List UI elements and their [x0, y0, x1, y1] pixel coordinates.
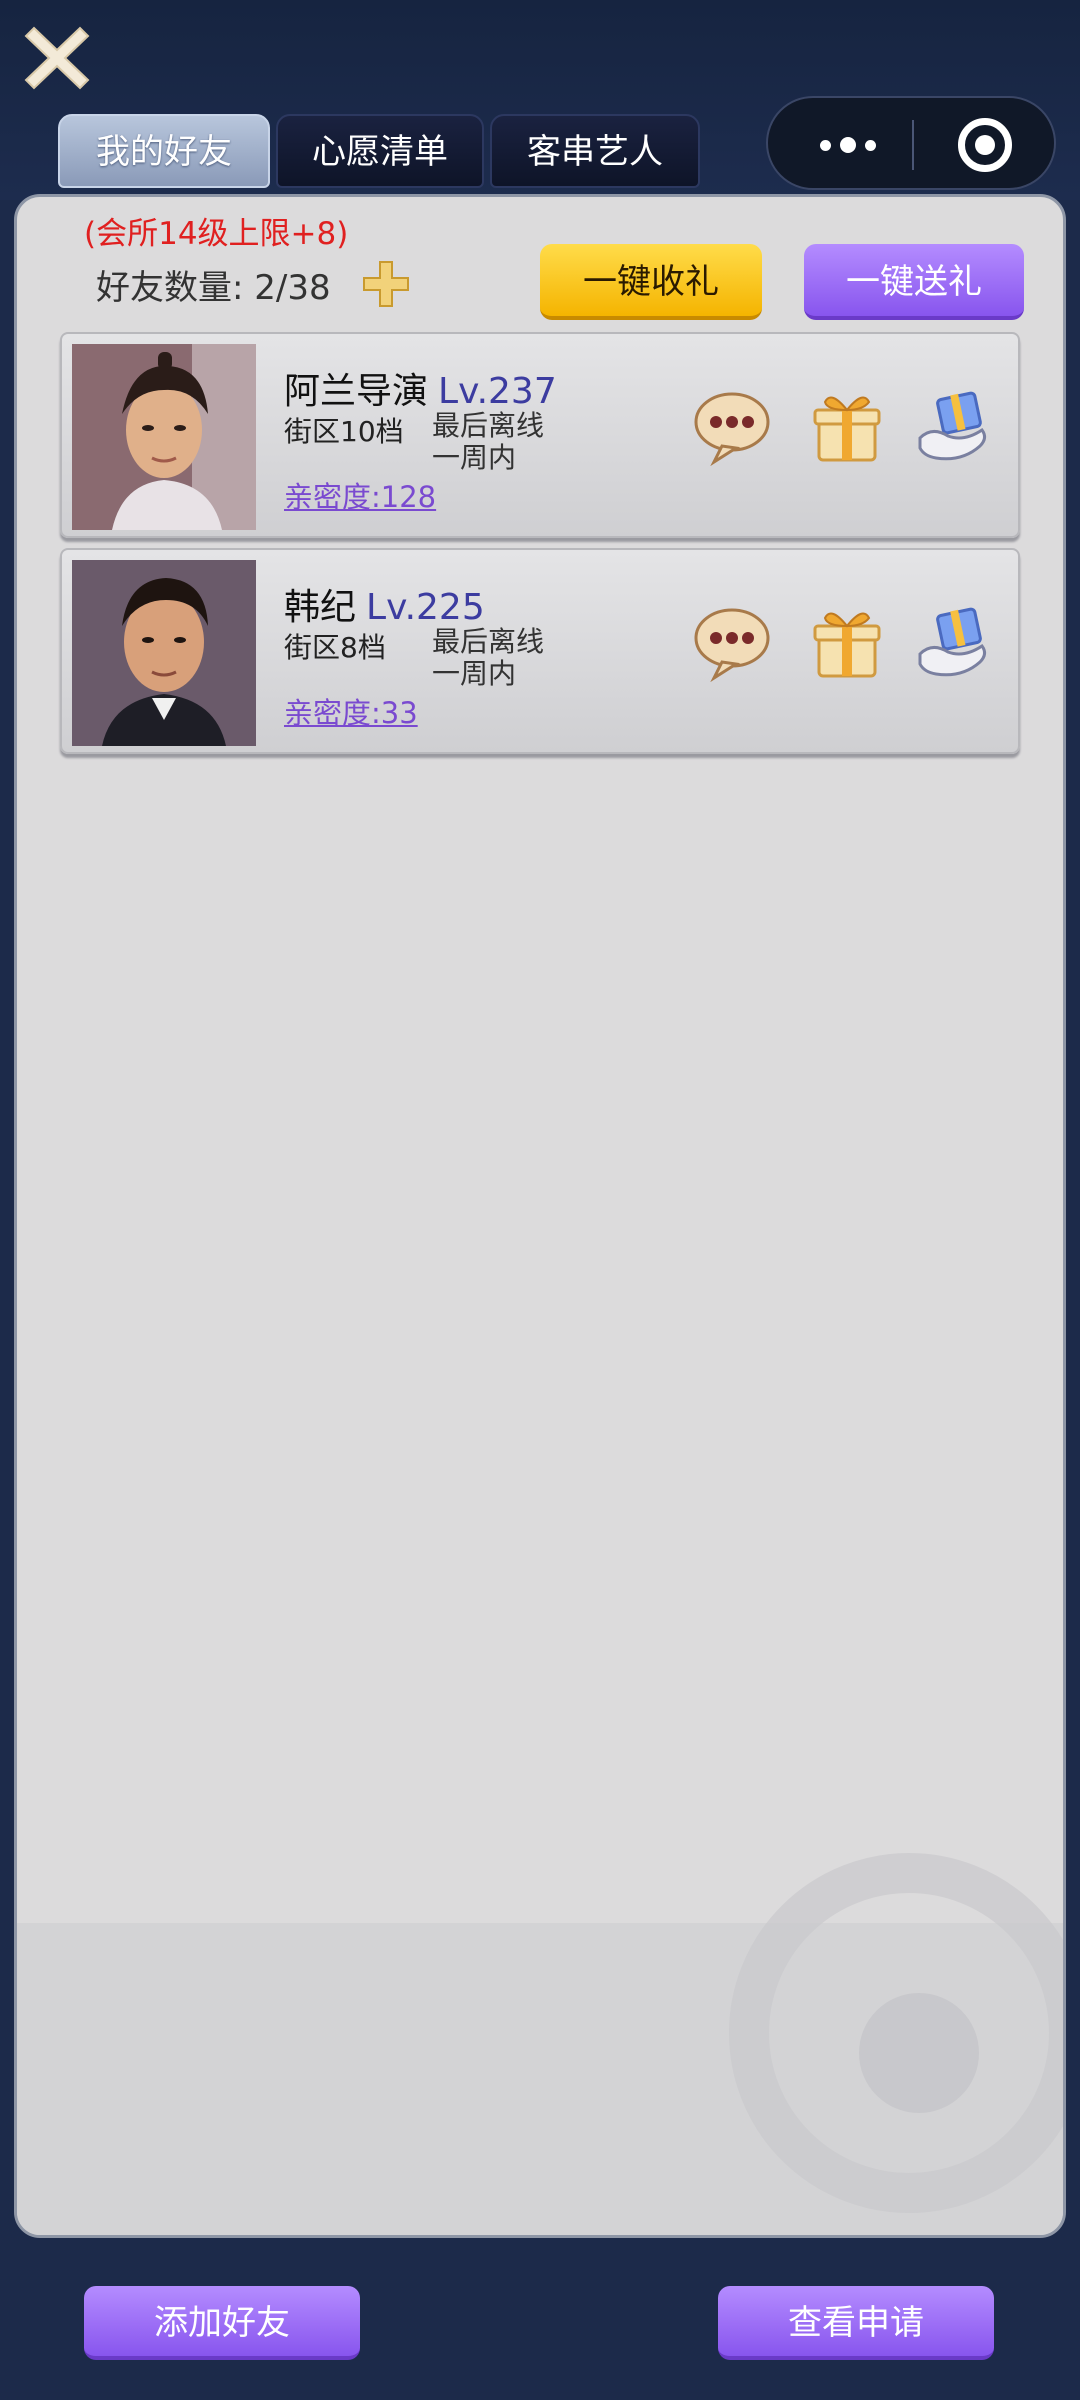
friend-name-text: 韩纪 — [284, 587, 357, 628]
chat-bubble-icon — [694, 392, 770, 467]
friend-last-offline: 最后离线 一周内 — [432, 626, 544, 690]
capsule-divider — [912, 120, 914, 170]
plus-icon — [363, 261, 409, 307]
friend-card[interactable]: 阿兰导演 Lv.237 街区10档 最后离线 一周内 亲密度:128 — [60, 332, 1020, 538]
add-friend-button[interactable]: 添加好友 — [84, 2286, 360, 2360]
gift-in-hand-icon — [918, 391, 987, 461]
receive-all-gifts-button[interactable]: 一键收礼 — [540, 244, 762, 320]
offline-value: 一周内 — [432, 657, 517, 690]
friend-name: 阿兰导演 Lv.237 — [284, 362, 557, 414]
tab-guest-artist[interactable]: 客串艺人 — [490, 114, 700, 188]
friend-name-text: 阿兰导演 — [284, 371, 429, 412]
friend-intimacy-link[interactable]: 亲密度:128 — [284, 474, 436, 516]
friend-limit-note: (会所14级上限+8) — [84, 216, 349, 252]
avatar-portrait-icon — [72, 560, 256, 746]
offline-label: 最后离线 — [432, 625, 545, 658]
tab-wish-list[interactable]: 心愿清单 — [276, 114, 484, 188]
avatar[interactable] — [72, 344, 256, 530]
more-dots-icon[interactable] — [808, 128, 888, 162]
chat-button[interactable] — [692, 386, 772, 467]
receive-gift-button[interactable] — [807, 602, 887, 682]
send-all-gifts-button[interactable]: 一键送礼 — [804, 244, 1024, 320]
watermark-dot — [859, 1993, 979, 2113]
target-icon[interactable] — [958, 118, 1012, 172]
send-gift-button[interactable] — [912, 602, 992, 682]
friend-district: 街区8档 — [284, 631, 386, 664]
offline-label: 最后离线 — [432, 409, 545, 442]
friend-level: Lv.237 — [438, 371, 557, 412]
gift-in-hand-icon — [918, 607, 987, 677]
friend-card[interactable]: 韩纪 Lv.225 街区8档 最后离线 一周内 亲密度:33 — [60, 548, 1020, 754]
tab-my-friends[interactable]: 我的好友 — [58, 114, 270, 188]
chat-bubble-icon — [694, 608, 770, 683]
avatar[interactable] — [72, 560, 256, 746]
add-capacity-button[interactable] — [360, 258, 412, 310]
mini-program-capsule — [766, 96, 1056, 190]
receive-gift-button[interactable] — [807, 386, 887, 466]
close-icon — [24, 26, 90, 90]
gift-box-icon — [813, 396, 881, 462]
panel-bottom-area — [17, 1853, 1063, 2235]
chat-button[interactable] — [692, 602, 772, 683]
close-button[interactable] — [22, 22, 92, 92]
friend-name: 韩纪 Lv.225 — [284, 578, 485, 630]
friend-intimacy-link[interactable]: 亲密度:33 — [284, 690, 418, 732]
gift-box-icon — [813, 612, 881, 678]
avatar-portrait-icon — [72, 344, 256, 530]
friend-count: 好友数量: 2/38 — [96, 268, 331, 308]
friend-level: Lv.225 — [366, 587, 485, 628]
friend-district: 街区10档 — [284, 415, 404, 448]
view-requests-button[interactable]: 查看申请 — [718, 2286, 994, 2360]
friend-last-offline: 最后离线 一周内 — [432, 410, 544, 474]
send-gift-button[interactable] — [912, 386, 992, 466]
offline-value: 一周内 — [432, 441, 517, 474]
